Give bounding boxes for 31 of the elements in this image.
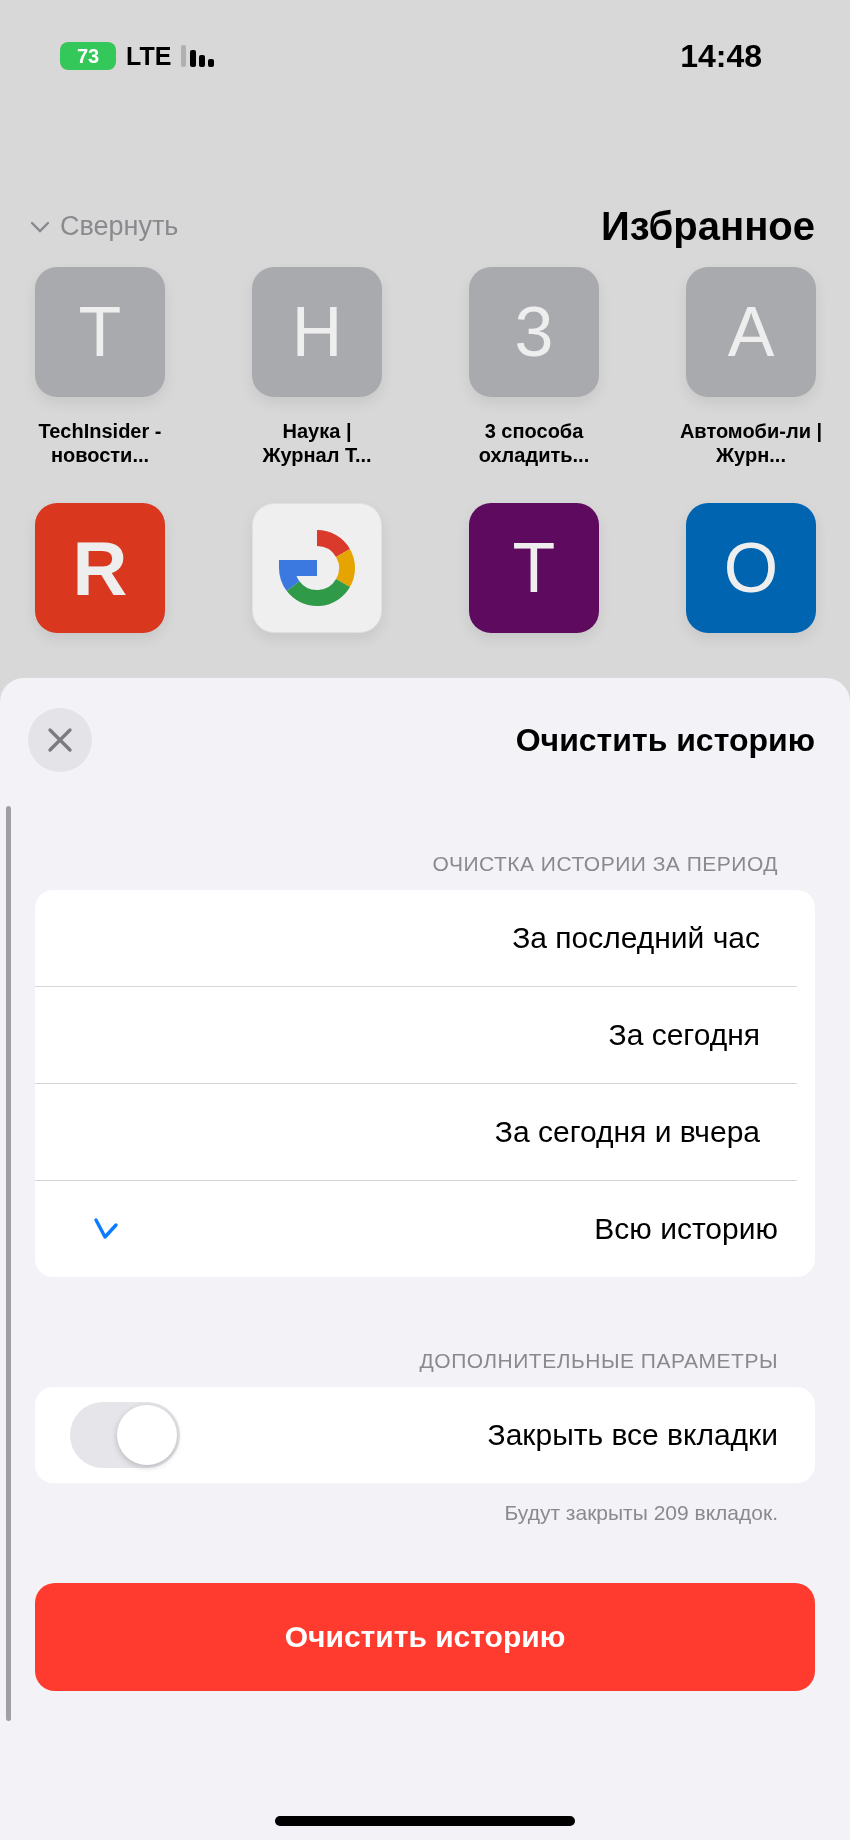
period-option[interactable]: Всю историю [35,1181,815,1277]
bookmark-title: TechInsider - новости... [37,419,163,467]
bookmark-title: 3 способа охладить... [477,419,591,467]
toggle-switch[interactable] [70,1402,180,1468]
bookmark-tile[interactable]: R [35,503,165,633]
period-option[interactable]: За сегодня и вчера [35,1084,797,1181]
collapse-button[interactable]: Свернуть [30,211,179,242]
section-header: ОЧИСТКА ИСТОРИИ ЗА ПЕРИОД [431,852,779,876]
clock-time: 14:48 [680,37,762,75]
bookmark-title: Автомоби-ли | Журн... [678,419,824,467]
sheet-title: Очистить историю [515,721,815,759]
bookmark-tile[interactable]: T [469,503,599,633]
footnote: Будут закрыты 209 вкладок. [503,1501,779,1525]
period-option[interactable]: За сегодня [35,987,797,1084]
section-header: ДОПОЛНИТЕЛЬНЫЕ ПАРАМЕТРЫ [418,1349,779,1373]
option-label: Закрыть все вкладки [487,1418,778,1452]
clear-history-button[interactable]: Очистить историю [35,1583,815,1691]
section-title: Избранное [600,204,815,249]
bookmark-tile[interactable]: А [686,267,816,397]
bookmark-tile[interactable] [252,503,382,633]
period-option[interactable]: За последний час [35,890,797,987]
checkmark-icon [93,1217,119,1241]
bookmark-tile[interactable]: T [35,267,165,397]
close-icon [47,727,73,753]
network-type: LTE [126,41,172,71]
chevron-down-icon [30,220,50,233]
bookmark-tile[interactable]: O [686,503,816,633]
battery-level: 73 [60,42,116,70]
bookmark-tile[interactable]: 3 [469,267,599,397]
bookmark-title: Наука | Журнал Т... [261,419,373,467]
bookmark-tile[interactable]: Н [252,267,382,397]
